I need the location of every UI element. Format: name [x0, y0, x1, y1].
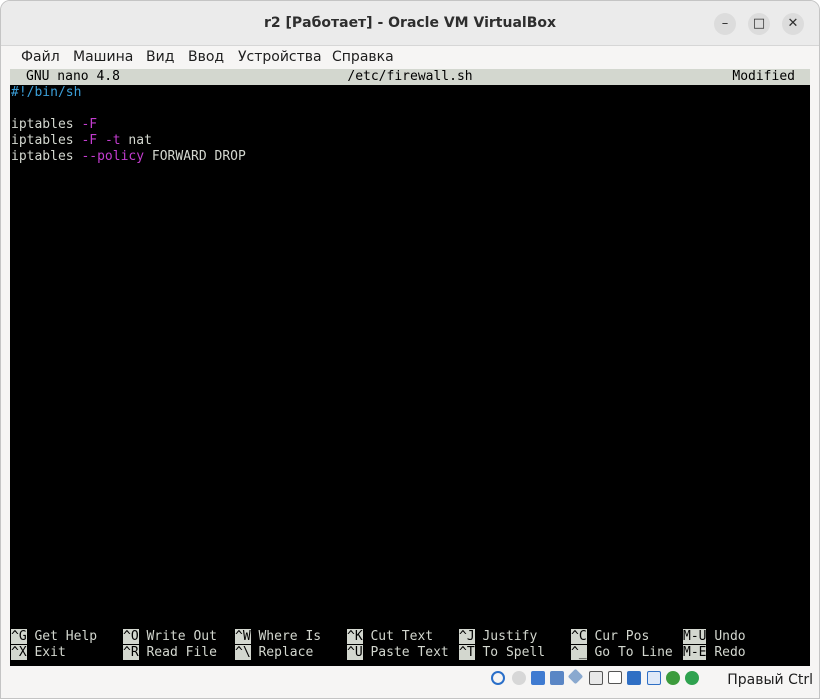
shortcut-justify[interactable]: ^J Justify	[459, 629, 537, 645]
editor-line: iptables --policy FORWARD DROP	[11, 149, 246, 165]
option-flag: --policy	[81, 149, 145, 164]
menu-file[interactable]: Файл	[21, 46, 60, 69]
shortcut-write-out[interactable]: ^O Write Out	[123, 629, 217, 645]
command-text: iptables	[11, 133, 82, 148]
shortcut-where-is[interactable]: ^W Where Is	[235, 629, 321, 645]
shortcut-to-spell[interactable]: ^T To Spell	[459, 645, 545, 661]
audio-icon[interactable]	[531, 671, 545, 685]
shortcut-go-to-line[interactable]: ^_ Go To Line	[571, 645, 673, 661]
menu-input[interactable]: Ввод	[188, 46, 224, 69]
shortcut-undo[interactable]: M-U Undo	[683, 629, 746, 645]
option-flag: -F	[81, 117, 98, 132]
shortcut-exit[interactable]: ^X Exit	[11, 645, 66, 661]
argument-text: FORWARD DROP	[151, 149, 246, 164]
maximize-button[interactable]: □	[748, 13, 770, 35]
editor-line: iptables -F	[11, 117, 97, 133]
hard-disk-icon[interactable]	[491, 671, 505, 685]
shortcut-cut-text[interactable]: ^K Cut Text	[347, 629, 433, 645]
shared-folders-icon[interactable]	[589, 671, 603, 685]
editor-line: iptables -F -t nat	[11, 133, 152, 149]
minimize-button[interactable]: –	[714, 13, 736, 35]
title-bar[interactable]: r2 [Работает] - Oracle VM VirtualBox – □…	[1, 1, 819, 46]
menu-machine[interactable]: Машина	[73, 46, 133, 69]
menu-bar: Файл Машина Вид Ввод Устройства Справка	[1, 46, 819, 69]
shortcut-read-file[interactable]: ^R Read File	[123, 645, 217, 661]
vm-screen[interactable]: GNU nano 4.8 /etc/firewall.sh Modified #…	[10, 69, 810, 666]
status-bar: Правый Ctrl	[1, 666, 819, 698]
mouse-integration-icon[interactable]	[685, 671, 699, 685]
command-text: iptables	[11, 117, 82, 132]
nano-header: GNU nano 4.8 /etc/firewall.sh Modified	[10, 69, 810, 85]
menu-view[interactable]: Вид	[146, 46, 174, 69]
shortcut-replace[interactable]: ^\ Replace	[235, 645, 313, 661]
network-icon[interactable]	[550, 671, 564, 685]
menu-help[interactable]: Справка	[332, 46, 394, 69]
nano-modified-state: Modified	[732, 69, 795, 84]
host-key-label: Правый Ctrl	[727, 672, 813, 688]
virtualization-icon[interactable]	[647, 671, 661, 685]
shortcut-redo[interactable]: M-E Redo	[683, 645, 746, 661]
shortcut-get-help[interactable]: ^G Get Help	[11, 629, 97, 645]
shortcut-cur-pos[interactable]: ^C Cur Pos	[571, 629, 649, 645]
option-flag: -F	[81, 133, 98, 148]
menu-devices[interactable]: Устройства	[238, 46, 322, 69]
usb-icon[interactable]	[567, 668, 584, 685]
close-button[interactable]: ✕	[782, 13, 804, 35]
virtualbox-window: r2 [Работает] - Oracle VM VirtualBox – □…	[0, 0, 820, 699]
cpu-icon[interactable]	[666, 671, 680, 685]
shebang-text: #!/bin/sh	[11, 85, 82, 100]
editor-line: #!/bin/sh	[11, 85, 81, 101]
optical-drive-icon[interactable]	[512, 671, 526, 685]
window-title: r2 [Работает] - Oracle VM VirtualBox	[263, 15, 557, 31]
command-text: iptables	[11, 149, 82, 164]
shortcut-paste-text[interactable]: ^U Paste Text	[347, 645, 449, 661]
nano-filename: /etc/firewall.sh	[347, 69, 473, 84]
argument-text: nat	[128, 133, 152, 148]
recording-icon[interactable]	[627, 671, 641, 685]
option-flag: -t	[104, 133, 121, 148]
display-icon[interactable]	[608, 671, 622, 684]
